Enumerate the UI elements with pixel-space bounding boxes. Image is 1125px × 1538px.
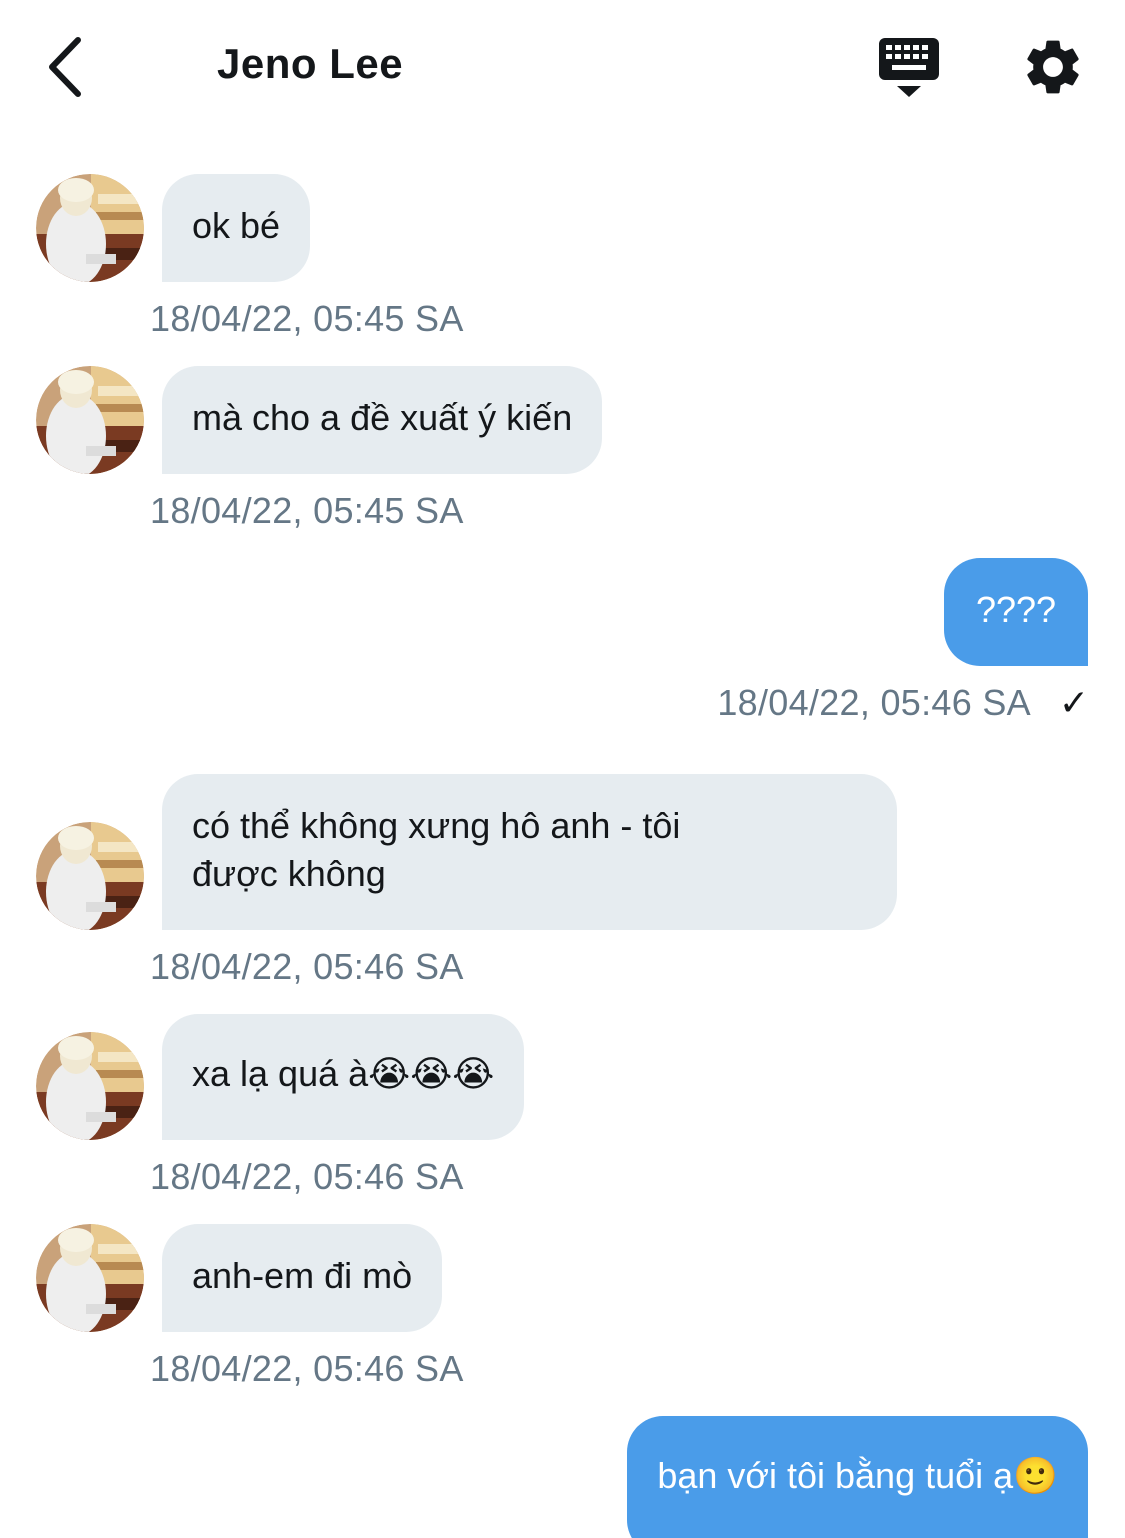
message-bubble-incoming[interactable]: có thể không xưng hô anh - tôi được khôn…	[162, 774, 897, 930]
message-timestamp: 18/04/22, 05:45 SA	[150, 490, 464, 531]
keyboard-icon	[879, 38, 939, 97]
message-text: bạn với tôi bằng tuổi ạ🙂	[657, 1455, 1058, 1496]
message-timestamp: 18/04/22, 05:46 SA	[150, 1156, 464, 1197]
message-text: xa lạ quá à😭😭😭	[192, 1053, 495, 1094]
conversation-title[interactable]: Jeno Lee	[217, 40, 403, 88]
back-button[interactable]	[40, 32, 96, 102]
message-text: mà cho a đề xuất ý kiến	[192, 397, 573, 438]
message-bubble-incoming[interactable]: xa lạ quá à😭😭😭	[162, 1014, 525, 1140]
message-bubble-incoming[interactable]: ok bé	[162, 174, 311, 282]
avatar[interactable]	[36, 822, 144, 930]
message-timestamp: 18/04/22, 05:46 SA	[150, 1348, 464, 1389]
avatar[interactable]	[36, 1224, 144, 1332]
message-timestamp: 18/04/22, 05:46 SA	[150, 946, 464, 987]
avatar[interactable]	[36, 174, 144, 282]
keyboard-button[interactable]	[876, 36, 942, 102]
message-bubble-incoming[interactable]: mà cho a đề xuất ý kiến	[162, 366, 603, 474]
avatar[interactable]	[36, 1032, 144, 1140]
chat-header: Jeno Lee	[0, 0, 1125, 130]
chevron-left-icon	[49, 37, 81, 97]
message-timestamp: 18/04/22, 05:45 SA	[150, 298, 464, 339]
message-bubble-outgoing[interactable]: ????	[944, 558, 1088, 666]
message-text: ????	[975, 589, 1057, 630]
message-text-line: được không	[192, 853, 386, 894]
message-text-line: có thể không xưng hô anh - tôi	[192, 805, 681, 846]
message-text: ok bé	[192, 205, 281, 246]
sent-check-icon: ✓	[1058, 682, 1089, 723]
message-text: anh-em đi mò	[192, 1255, 413, 1296]
avatar[interactable]	[36, 366, 144, 474]
gear-icon	[1027, 40, 1079, 94]
message-bubble-outgoing[interactable]: bạn với tôi bằng tuổi ạ🙂	[627, 1416, 1088, 1538]
message-timestamp: 18/04/22, 05:46 SA	[717, 682, 1031, 723]
settings-button[interactable]	[1020, 34, 1086, 100]
message-bubble-incoming[interactable]: anh-em đi mò	[162, 1224, 443, 1332]
